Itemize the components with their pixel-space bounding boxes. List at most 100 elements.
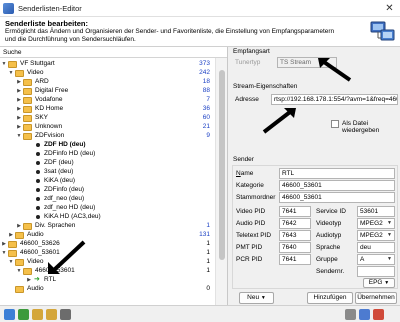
videotyp-label: Videotyp: [316, 220, 342, 227]
name-label: Name: [236, 170, 254, 177]
channel-bullet-icon: [36, 215, 40, 219]
expand-icon[interactable]: [32, 309, 43, 320]
header-description: Ermöglicht das Ändern und Organisieren d…: [5, 28, 335, 43]
videotyp-value: MPEG2: [360, 220, 383, 227]
channel-bullet-icon: [36, 152, 40, 156]
search-column-label: Suche: [3, 49, 22, 56]
reception-group-label: Empfangsart: [233, 48, 270, 55]
delete-icon[interactable]: [373, 309, 384, 320]
folder-icon: [15, 232, 24, 239]
kategorie-input[interactable]: 46600_53601: [279, 180, 395, 191]
pcr-pid-input[interactable]: 7641: [279, 254, 311, 265]
play-as-file-checkbox[interactable]: [331, 120, 339, 128]
tree-label: Audio: [27, 285, 44, 292]
channel-tree[interactable]: ▼ VF Stuttgart 373 ▼ Video 242 ▶ ARD 18 …: [0, 58, 214, 305]
folder-icon: [8, 241, 17, 248]
kategorie-label: Kategorie: [236, 182, 264, 189]
folder-icon: [15, 70, 24, 77]
stream-group-label: Stream-Eigenschaften: [233, 83, 298, 90]
service-id-label: Service ID: [316, 208, 346, 215]
apply-button[interactable]: Übernehmen: [355, 292, 397, 304]
sender-group-label: Sender: [233, 156, 254, 163]
sendernr-input[interactable]: [357, 266, 395, 277]
channel-bullet-icon: [36, 161, 40, 165]
channel-bullet-icon: [36, 170, 40, 174]
pmt-pid-input[interactable]: 7640: [279, 242, 311, 253]
folder-icon: [23, 124, 32, 131]
channel-bullet-icon: [36, 143, 40, 147]
name-input[interactable]: RTL: [279, 168, 395, 179]
window-title: Senderlisten-Editor: [18, 4, 82, 13]
teletext-pid-input[interactable]: 7643: [279, 230, 311, 241]
channel-tree-panel: Suche ▼ VF Stuttgart 373 ▼ Video 242 ▶ A…: [0, 47, 228, 305]
gruppe-value: A: [360, 256, 365, 263]
pcr-pid-label: PCR PID: [236, 256, 263, 263]
pmt-pid-label: PMT PID: [236, 244, 263, 251]
folder-icon: [8, 61, 17, 68]
channel-bullet-icon: [36, 197, 40, 201]
audiotyp-select[interactable]: MPEG2 ▼: [357, 230, 395, 241]
close-button[interactable]: ✕: [383, 2, 396, 15]
address-input[interactable]: rtsp://192.168.178.1:554/?avm=1&freq=466…: [271, 94, 398, 105]
channel-bullet-icon: [36, 206, 40, 210]
folder-icon: [23, 88, 32, 95]
app-icon: [3, 3, 14, 14]
tree-scrollbar[interactable]: [215, 58, 227, 305]
gruppe-select[interactable]: A ▼: [357, 254, 395, 265]
stammordner-label: Stammordner: [236, 194, 276, 201]
folder-icon: [23, 115, 32, 122]
add-button[interactable]: Hinzufügen: [307, 292, 353, 304]
folder-icon: [23, 106, 32, 113]
sprache-input[interactable]: deu: [357, 242, 395, 253]
chevron-down-icon: ▼: [387, 256, 392, 262]
audio-pid-label: Audio PID: [236, 220, 266, 227]
audio-pid-input[interactable]: 7642: [279, 218, 311, 229]
folder-icon: [23, 97, 32, 104]
folder-icon: [15, 259, 24, 266]
channel-bullet-icon: [36, 179, 40, 183]
bottom-toolbar: [0, 305, 400, 322]
epg-label: EPG: [368, 279, 383, 286]
header-panel: Senderliste bearbeiten: Ermöglicht das Ä…: [0, 17, 400, 47]
folder-icon: [23, 79, 32, 86]
video-pid-input[interactable]: 7641: [279, 206, 311, 217]
search-column-header[interactable]: Suche: [0, 47, 227, 58]
chevron-down-icon: ▼: [387, 220, 392, 226]
epg-button[interactable]: EPG ▼: [363, 278, 395, 288]
sort-icon[interactable]: [60, 309, 71, 320]
annotation-arrow-icon: [48, 240, 86, 274]
new-label: Neu: [247, 294, 260, 301]
chevron-down-icon: ▼: [384, 280, 390, 286]
scrollbar-thumb[interactable]: [219, 70, 225, 260]
sender-fields-box: Name RTL Kategorie 46600_53601 Stammordn…: [232, 165, 398, 289]
service-id-input[interactable]: 53601: [357, 206, 395, 217]
sendernr-label: Sendernr.: [316, 268, 345, 275]
undo-icon[interactable]: [18, 309, 29, 320]
move-icon[interactable]: [345, 309, 356, 320]
gruppe-label: Gruppe: [316, 256, 338, 263]
folder-icon: [23, 223, 32, 230]
audiotyp-value: MPEG2: [360, 232, 383, 239]
address-label: Adresse: [235, 96, 259, 103]
folder-icon: [15, 286, 24, 293]
new-button[interactable]: Neu ▼: [239, 292, 274, 304]
folder-icon: [23, 268, 32, 275]
videotyp-select[interactable]: MPEG2 ▼: [357, 218, 395, 229]
tree-count: 0: [206, 285, 210, 292]
channel-bullet-icon: [36, 188, 40, 192]
folder-icon: [23, 133, 32, 140]
save-icon[interactable]: [359, 309, 370, 320]
network-tv-icon: [370, 21, 395, 41]
play-as-file-label: Als Datei wiedergeben: [342, 120, 380, 134]
audiotyp-label: Audiotyp: [316, 232, 342, 239]
refresh-icon[interactable]: [4, 309, 15, 320]
collapse-icon[interactable]: [46, 309, 57, 320]
title-bar: Senderlisten-Editor ✕: [0, 0, 400, 17]
sprache-label: Sprache: [316, 244, 341, 251]
header-title: Senderliste bearbeiten:: [5, 19, 88, 28]
folder-icon: [8, 250, 17, 257]
tree-row[interactable]: Audio 0: [0, 284, 214, 294]
annotation-arrow-icon: [318, 58, 352, 82]
tunertyp-label: Tunertyp: [235, 59, 261, 66]
stammordner-input[interactable]: 46600_53601: [279, 192, 395, 203]
